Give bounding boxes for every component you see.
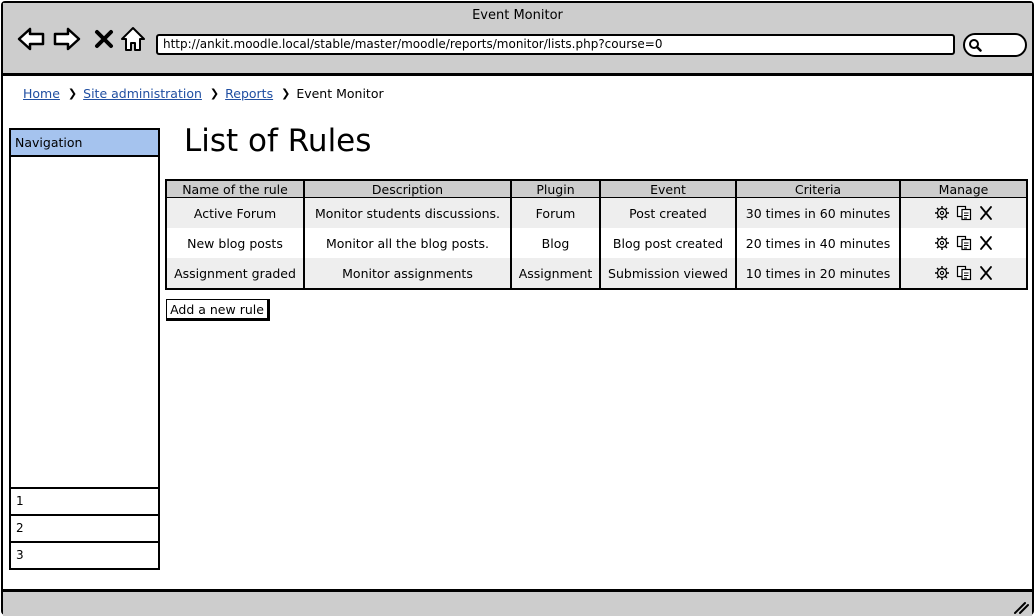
breadcrumb-site-administration[interactable]: Site administration	[83, 86, 202, 101]
delete-x-icon[interactable]	[978, 235, 994, 251]
rule-event: Post created	[599, 197, 736, 228]
column-header-manage: Manage	[899, 180, 1027, 198]
column-header-name: Name of the rule	[166, 180, 304, 198]
sidebar-header[interactable]: Navigation	[11, 130, 158, 157]
rule-name: Active Forum	[166, 197, 304, 228]
rule-description: Monitor assignments	[303, 258, 511, 289]
table-row: Assignment graded Monitor assignments As…	[166, 258, 1027, 289]
close-icon[interactable]	[91, 25, 119, 53]
copy-icon[interactable]	[956, 265, 972, 281]
copy-icon[interactable]	[956, 205, 972, 221]
rules-table: Name of the rule Description Plugin Even…	[165, 179, 1028, 290]
chevron-right-icon: ❯	[67, 87, 78, 100]
column-header-criteria: Criteria	[735, 180, 900, 198]
breadcrumb-reports[interactable]: Reports	[225, 86, 273, 101]
rule-event: Submission viewed	[599, 258, 736, 289]
rule-plugin: Forum	[510, 197, 600, 228]
gear-icon[interactable]	[934, 235, 950, 251]
back-arrow-icon[interactable]	[17, 25, 45, 53]
rule-criteria: 10 times in 20 minutes	[735, 258, 900, 289]
rule-name: New blog posts	[166, 228, 304, 258]
browser-window: Event Monitor http://ankit.moodle.local/…	[1, 1, 1034, 616]
delete-x-icon[interactable]	[978, 265, 994, 281]
breadcrumb-current: Event Monitor	[296, 86, 384, 101]
forward-arrow-icon[interactable]	[53, 25, 81, 53]
url-input[interactable]: http://ankit.moodle.local/stable/master/…	[156, 34, 955, 55]
rule-manage	[899, 258, 1027, 289]
delete-x-icon[interactable]	[978, 205, 994, 221]
column-header-event: Event	[599, 180, 736, 198]
gear-icon[interactable]	[934, 205, 950, 221]
rule-manage	[899, 228, 1027, 258]
breadcrumb: Home ❯ Site administration ❯ Reports ❯ E…	[23, 86, 384, 101]
add-rule-button[interactable]: Add a new rule	[166, 299, 270, 321]
rule-description: Monitor students discussions.	[303, 197, 511, 228]
rule-plugin: Assignment	[510, 258, 600, 289]
rule-manage	[899, 197, 1027, 228]
home-icon[interactable]	[119, 25, 147, 53]
magnifier-icon	[969, 39, 982, 52]
rule-criteria: 30 times in 60 minutes	[735, 197, 900, 228]
rule-event: Blog post created	[599, 228, 736, 258]
table-header-row: Name of the rule Description Plugin Even…	[166, 180, 1027, 198]
rule-plugin: Blog	[510, 228, 600, 258]
page-title: List of Rules	[184, 123, 372, 159]
table-row: Active Forum Monitor students discussion…	[166, 197, 1027, 228]
resize-grip-icon[interactable]	[1013, 600, 1029, 614]
column-header-plugin: Plugin	[510, 180, 600, 198]
sidebar-item-1[interactable]: 1	[11, 487, 158, 511]
search-input[interactable]	[963, 33, 1027, 57]
table-row: New blog posts Monitor all the blog post…	[166, 228, 1027, 258]
chevron-right-icon: ❯	[281, 87, 291, 100]
rule-description: Monitor all the blog posts.	[303, 228, 511, 258]
column-header-description: Description	[303, 180, 511, 198]
chevron-right-icon: ❯	[209, 87, 220, 100]
status-bar	[3, 589, 1032, 616]
browser-toolbar: Event Monitor http://ankit.moodle.local/…	[3, 3, 1032, 76]
breadcrumb-home[interactable]: Home	[23, 86, 60, 101]
navigation-sidebar: Navigation 1 2 3	[9, 128, 160, 570]
sidebar-item-2[interactable]: 2	[11, 514, 158, 538]
rule-name: Assignment graded	[166, 258, 304, 289]
gear-icon[interactable]	[934, 265, 950, 281]
window-title: Event Monitor	[472, 8, 563, 23]
copy-icon[interactable]	[956, 235, 972, 251]
rule-criteria: 20 times in 40 minutes	[735, 228, 900, 258]
sidebar-item-3[interactable]: 3	[11, 541, 158, 565]
